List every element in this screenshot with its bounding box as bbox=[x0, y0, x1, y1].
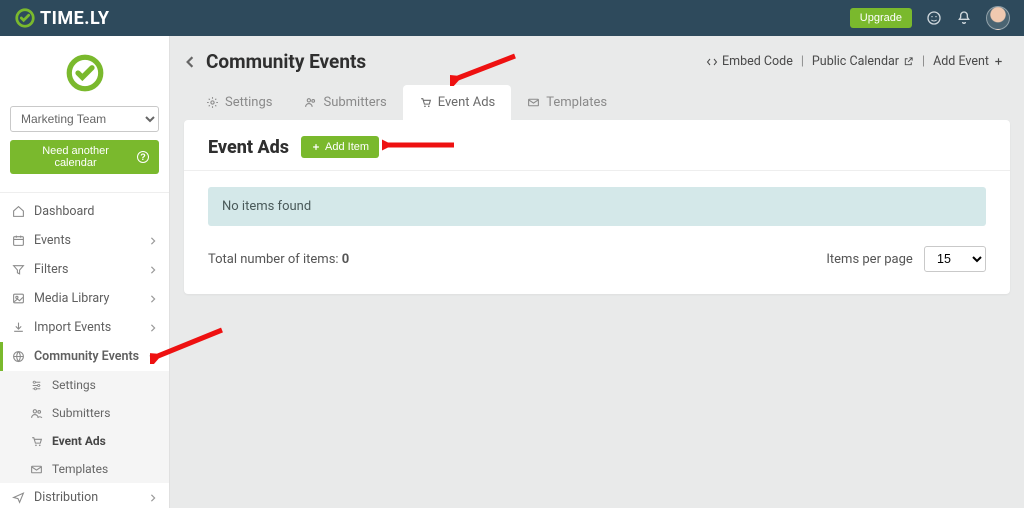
page-title: Community Events bbox=[206, 50, 366, 73]
chevron-right-icon bbox=[149, 266, 157, 274]
sidebar-nav: Dashboard Events Filters Media Library I… bbox=[0, 197, 169, 508]
help-icon[interactable] bbox=[926, 10, 942, 26]
sidebar-item-filters[interactable]: Filters bbox=[0, 255, 169, 284]
embed-code-link[interactable]: Embed Code bbox=[706, 54, 793, 69]
add-item-button[interactable]: Add Item bbox=[301, 136, 379, 158]
send-icon bbox=[12, 491, 25, 504]
chevron-right-icon bbox=[149, 237, 157, 245]
add-event-link[interactable]: Add Event bbox=[933, 54, 1004, 69]
tab-templates[interactable]: Templates bbox=[511, 85, 623, 120]
mail-icon bbox=[527, 96, 540, 109]
submenu-settings[interactable]: Settings bbox=[0, 371, 169, 399]
chevron-right-icon bbox=[149, 295, 157, 303]
sidebar-item-import-events[interactable]: Import Events bbox=[0, 313, 169, 342]
cart-icon bbox=[419, 96, 432, 109]
cart-icon bbox=[30, 435, 43, 448]
plus-icon bbox=[311, 142, 321, 152]
sidebar-item-events[interactable]: Events bbox=[0, 226, 169, 255]
bell-icon[interactable] bbox=[956, 10, 972, 26]
image-icon bbox=[12, 292, 25, 305]
mail-icon bbox=[30, 463, 43, 476]
filter-icon bbox=[12, 263, 25, 276]
team-select[interactable]: Marketing Team bbox=[10, 106, 159, 132]
sidebar: Marketing Team Need another calendar ? D… bbox=[0, 36, 170, 508]
gear-icon bbox=[206, 96, 219, 109]
brand-logo: TIME.LY bbox=[14, 7, 110, 29]
external-link-icon bbox=[903, 56, 914, 67]
sidebar-logo bbox=[0, 36, 169, 106]
sidebar-item-distribution[interactable]: Distribution bbox=[0, 483, 169, 508]
need-calendar-label: Need another calendar bbox=[20, 145, 131, 169]
tab-submitters[interactable]: Submitters bbox=[288, 85, 402, 120]
main: Community Events Embed Code | Public Cal… bbox=[170, 36, 1024, 508]
users-icon bbox=[304, 96, 317, 109]
code-icon bbox=[706, 56, 718, 68]
back-button[interactable] bbox=[184, 56, 196, 68]
home-icon bbox=[12, 205, 25, 218]
submenu-event-ads[interactable]: Event Ads bbox=[0, 427, 169, 455]
sidebar-item-dashboard[interactable]: Dashboard bbox=[0, 197, 169, 226]
chevron-right-icon bbox=[149, 324, 157, 332]
submenu-templates[interactable]: Templates bbox=[0, 455, 169, 483]
chevron-down-icon bbox=[149, 353, 157, 361]
sidebar-item-community-events[interactable]: Community Events bbox=[0, 342, 169, 371]
items-per-page: Items per page 15 bbox=[826, 246, 986, 272]
globe-icon bbox=[12, 350, 25, 363]
empty-message: No items found bbox=[208, 187, 986, 226]
page-header: Community Events Embed Code | Public Cal… bbox=[170, 36, 1024, 73]
check-circle-icon bbox=[14, 7, 36, 29]
total-items: Total number of items: 0 bbox=[208, 252, 349, 267]
tab-settings[interactable]: Settings bbox=[190, 85, 288, 120]
need-calendar-button[interactable]: Need another calendar ? bbox=[10, 140, 159, 174]
topbar: TIME.LY Upgrade bbox=[0, 0, 1024, 36]
tab-event-ads[interactable]: Event Ads bbox=[403, 85, 512, 120]
sidebar-item-media-library[interactable]: Media Library bbox=[0, 284, 169, 313]
panel-title: Event Ads bbox=[208, 137, 289, 158]
users-icon bbox=[30, 407, 43, 420]
plus-icon bbox=[993, 56, 1004, 67]
avatar[interactable] bbox=[986, 6, 1010, 30]
public-calendar-link[interactable]: Public Calendar bbox=[812, 54, 914, 69]
chevron-right-icon bbox=[149, 494, 157, 502]
submenu-submitters[interactable]: Submitters bbox=[0, 399, 169, 427]
community-submenu: Settings Submitters Event Ads Templates bbox=[0, 371, 169, 483]
download-icon bbox=[12, 321, 25, 334]
items-per-page-select[interactable]: 15 bbox=[924, 246, 986, 272]
brand-text: TIME.LY bbox=[40, 8, 110, 29]
upgrade-button[interactable]: Upgrade bbox=[850, 8, 912, 28]
question-icon: ? bbox=[137, 151, 149, 163]
check-circle-icon bbox=[64, 52, 106, 94]
panel: Event Ads Add Item No items found Total … bbox=[184, 120, 1010, 294]
tabs: Settings Submitters Event Ads Templates bbox=[170, 85, 1024, 120]
team-select-wrap: Marketing Team bbox=[10, 106, 159, 132]
sliders-icon bbox=[30, 379, 43, 392]
topbar-right: Upgrade bbox=[850, 6, 1010, 30]
calendar-icon bbox=[12, 234, 25, 247]
